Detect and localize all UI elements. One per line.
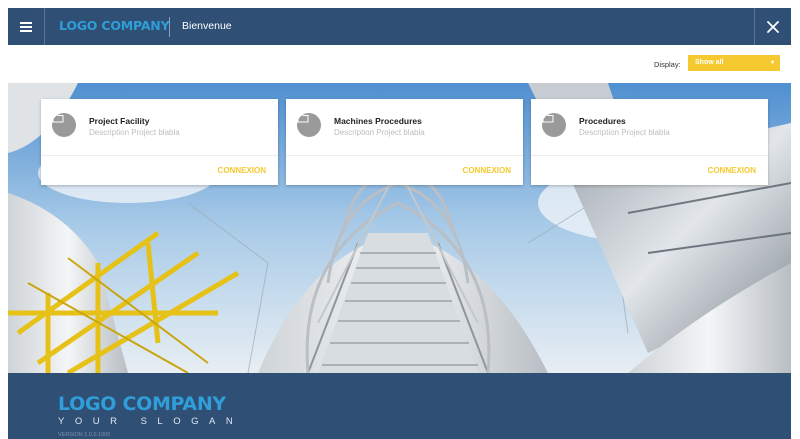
title-bar: LOGO COMPANY Bienvenue	[8, 8, 791, 45]
card-divider	[41, 155, 278, 156]
display-select-value: Show all	[695, 59, 724, 66]
hero-banner: Project Facility Description Project bla…	[8, 83, 791, 373]
page-title: Bienvenue	[182, 20, 232, 32]
footer-logo: LOGO COMPANY	[58, 393, 226, 415]
connexion-button[interactable]: CONNEXION	[218, 166, 266, 175]
connexion-button[interactable]: CONNEXION	[708, 166, 756, 175]
menu-button[interactable]	[8, 8, 45, 45]
display-label: Display:	[654, 60, 681, 69]
card-divider	[286, 155, 523, 156]
filter-toolbar: Display: Show all ▾	[8, 45, 791, 83]
version-label: VERSION 1.0.0.1000	[58, 432, 111, 438]
title-separator	[169, 17, 170, 37]
folder-icon	[542, 113, 566, 137]
project-card-procedures: Procedures Description Project blabla CO…	[531, 99, 768, 185]
card-description: Description Project blabla	[334, 128, 425, 137]
footer: LOGO COMPANY YOUR SLOGAN VERSION 1.0.0.1…	[8, 373, 791, 439]
chevron-down-icon: ▾	[770, 60, 774, 66]
project-card-machines-procedures: Machines Procedures Description Project …	[286, 99, 523, 185]
display-select[interactable]: Show all ▾	[688, 55, 780, 71]
close-icon	[767, 20, 779, 33]
card-description: Description Project blabla	[89, 128, 180, 137]
card-title: Procedures	[579, 116, 626, 126]
folder-icon	[297, 113, 321, 137]
folder-icon	[52, 113, 76, 137]
app-window: LOGO COMPANY Bienvenue Display: Show all…	[8, 8, 791, 439]
close-button[interactable]	[754, 8, 791, 45]
project-card-project-facility: Project Facility Description Project bla…	[41, 99, 278, 185]
header-logo: LOGO COMPANY	[59, 18, 170, 33]
card-title: Project Facility	[89, 116, 150, 126]
card-title: Machines Procedures	[334, 116, 422, 126]
connexion-button[interactable]: CONNEXION	[463, 166, 511, 175]
card-divider	[531, 155, 768, 156]
hamburger-menu-icon	[20, 22, 32, 32]
footer-slogan: YOUR SLOGAN	[58, 416, 244, 427]
card-description: Description Project blabla	[579, 128, 670, 137]
